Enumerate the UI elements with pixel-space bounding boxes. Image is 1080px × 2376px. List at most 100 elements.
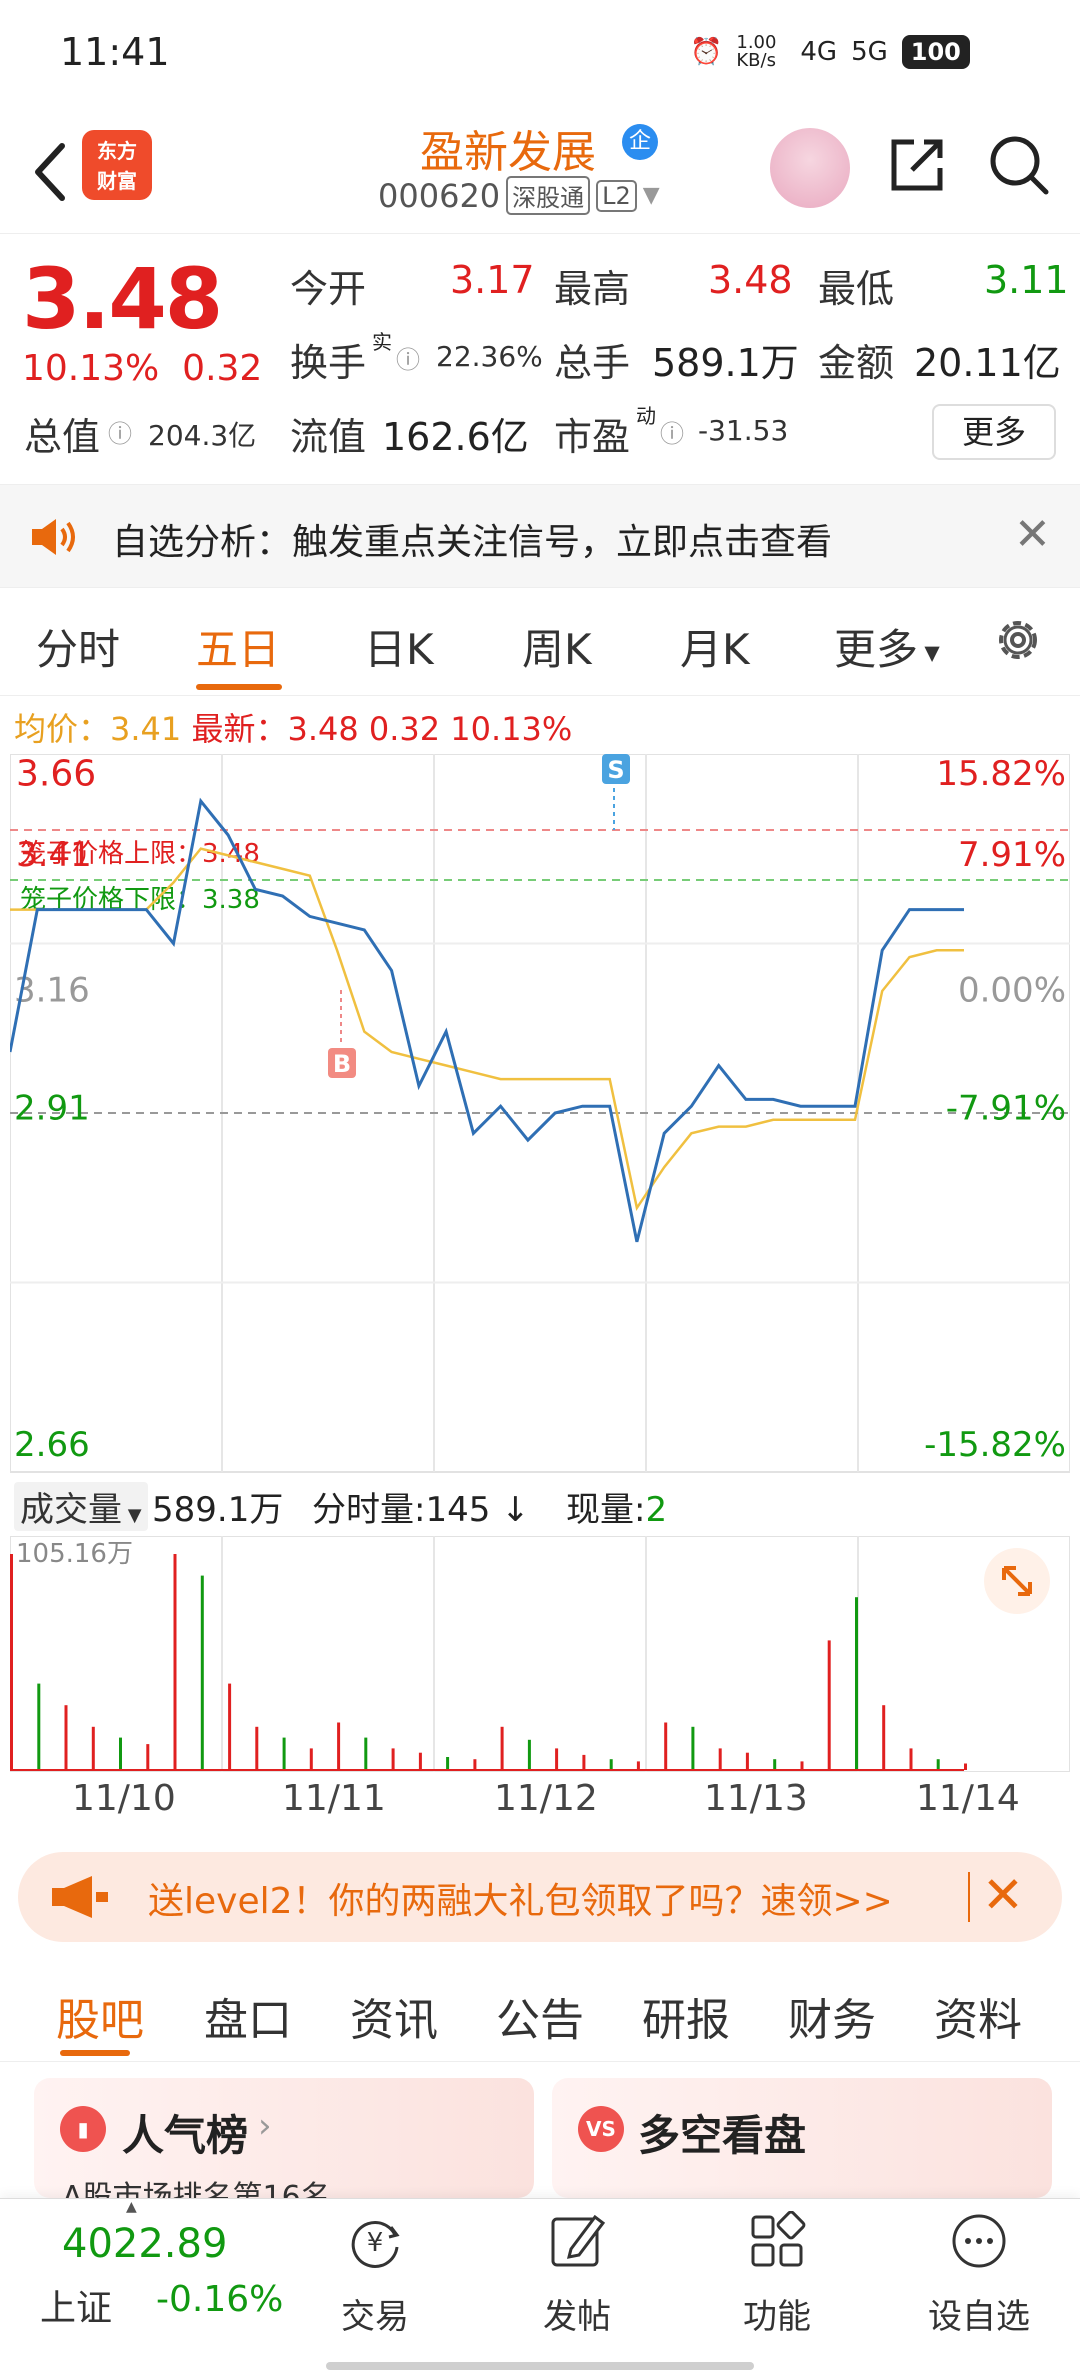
volume-bar — [582, 1754, 586, 1770]
tab-more[interactable]: 更多 ▼ — [834, 616, 940, 677]
home-indicator[interactable] — [326, 2362, 754, 2370]
stock-code-row[interactable]: 000620 深股通 L2 ▼ — [378, 176, 660, 215]
more-dots-icon — [952, 2214, 1006, 2268]
search-icon[interactable] — [986, 132, 1052, 198]
latest-pct: 10.13% — [450, 710, 573, 748]
info-icon[interactable]: ⓘ — [108, 414, 132, 449]
buy-marker-label: B — [333, 1050, 351, 1078]
dropdown-triangle-icon: ▼ — [122, 1505, 142, 1526]
battery-icon: 100 — [901, 35, 970, 69]
volume-bar — [773, 1759, 777, 1770]
low-value: 3.11 — [984, 258, 1069, 302]
volume-bar — [609, 1759, 613, 1770]
volume-bar — [745, 1752, 749, 1770]
turnover-value: 22.36% — [436, 340, 543, 373]
tab-finance[interactable]: 财务 — [788, 1984, 876, 2048]
close-icon[interactable]: ✕ — [982, 1866, 1024, 1924]
pe-value: -31.53 — [698, 414, 789, 447]
info-icon[interactable]: ⓘ — [396, 340, 420, 375]
status-time: 11:41 — [60, 30, 170, 74]
volume-header: 成交量 ▼ 589.1万 分时量:145 ↓ 现量:2 — [0, 1478, 1080, 1536]
float-value: 162.6亿 — [382, 415, 529, 459]
long-short-card[interactable]: VS 多空看盘 — [552, 2078, 1052, 2198]
svg-text:¥: ¥ — [367, 2228, 384, 2258]
close-icon[interactable]: ✕ — [1014, 509, 1051, 560]
gear-icon[interactable] — [990, 612, 1046, 668]
tab-minute[interactable]: 分时 — [36, 616, 120, 677]
tick-volume-label: 分时量: — [312, 1490, 426, 1530]
index-ticker[interactable]: ▲ 4022.89 上证 -0.16% — [20, 2199, 290, 2339]
ranking-icon: ▮ — [60, 2106, 106, 2152]
volume-bar — [364, 1737, 368, 1770]
sell-marker-label: S — [607, 756, 624, 784]
mktcap-value: 204.3亿 — [148, 419, 257, 452]
tab-news[interactable]: 资讯 — [350, 1984, 438, 2048]
assistant-avatar[interactable] — [770, 128, 850, 208]
avg-price-line: 均价：3.41 最新：3.48 0.32 10.13% — [14, 704, 572, 750]
volume-bar — [964, 1763, 967, 1770]
caret-up-icon: ▲ — [126, 2199, 137, 2215]
tab-research[interactable]: 研报 — [642, 1984, 730, 2048]
tab-guba[interactable]: 股吧 — [56, 1984, 144, 2048]
volume-bar — [282, 1737, 286, 1770]
open-value: 3.17 — [450, 258, 535, 302]
tab-week-k[interactable]: 周K — [522, 616, 592, 677]
tick-volume: 分时量:145 ↓ — [312, 1482, 530, 1531]
back-icon[interactable] — [26, 132, 76, 212]
volume-bar — [882, 1705, 886, 1770]
volume-bar — [418, 1752, 422, 1770]
float-label: 流值 — [290, 415, 367, 459]
high-label: 最高 — [554, 267, 631, 311]
alert-bar[interactable]: 自选分析：触发重点关注信号，立即点击查看 ✕ — [0, 484, 1080, 588]
volume-bar — [800, 1761, 804, 1770]
index-name: 上证 — [40, 2288, 113, 2329]
volume-bar — [718, 1748, 722, 1770]
expand-arrows — [1002, 1566, 1032, 1596]
expand-icon[interactable] — [984, 1548, 1050, 1614]
logo-line1: 东方 — [97, 139, 137, 163]
more-button[interactable]: 更多 — [932, 404, 1056, 460]
share-icon[interactable] — [884, 132, 950, 198]
nav-trade[interactable]: ¥ 交易 — [300, 2211, 450, 2338]
avg-label: 均价： — [14, 710, 111, 748]
active-section-underline — [60, 2050, 130, 2056]
current-volume: 现量:2 — [566, 1482, 667, 1531]
app-logo[interactable]: 东方 财富 — [82, 130, 152, 200]
avg-value: 3.41 — [110, 710, 182, 748]
popularity-card[interactable]: ▮ 人气榜 › A股市场排名第16名 — [34, 2078, 534, 2215]
pe-label: 市盈 — [554, 415, 631, 459]
volume-selector[interactable]: 成交量 ▼ — [14, 1482, 148, 1531]
index-value: 4022.89 — [62, 2221, 228, 2267]
five-day-chart[interactable]: 3.66 3.41 3.16 2.91 2.66 15.82% 7.91% 0.… — [10, 754, 1070, 1474]
current-price: 3.48 — [22, 250, 223, 348]
y-left-2.91: 2.91 — [14, 1089, 90, 1129]
latest-value: 3.48 — [287, 710, 359, 748]
volume-bar — [200, 1575, 204, 1770]
nav-add-watchlist[interactable]: 设自选 — [904, 2211, 1054, 2338]
period-tabs: 分时 五日 日K 周K 月K 更多 ▼ — [0, 588, 1080, 696]
tab-pankou[interactable]: 盘口 — [204, 1984, 292, 2048]
tab-month-k[interactable]: 月K — [680, 616, 750, 677]
tag-level2: L2 — [596, 179, 637, 212]
promo-banner[interactable]: 送level2！你的两融大礼包领取了吗？速领>> ✕ — [18, 1852, 1062, 1942]
volume-bar — [473, 1759, 477, 1770]
tab-day-k[interactable]: 日K — [364, 616, 434, 677]
pe-sup: 动 — [636, 404, 656, 428]
nav-functions[interactable]: 功能 — [702, 2210, 852, 2338]
section-tabs: 股吧 盘口 资讯 公告 研报 财务 资料 — [0, 1958, 1080, 2062]
status-bar: 11:41 ⏰ 1.00 KB/s 4G 5G 100 — [0, 0, 1080, 110]
info-icon[interactable]: ⓘ — [660, 414, 684, 449]
alert-text: 自选分析：触发重点关注信号，立即点击查看 — [112, 522, 833, 563]
tab-five-day[interactable]: 五日 — [196, 616, 280, 677]
tab-announcements[interactable]: 公告 — [496, 1984, 584, 2048]
nav-post[interactable]: 发帖 — [502, 2211, 652, 2338]
open-label: 今开 — [290, 267, 367, 311]
nav-functions-label: 功能 — [743, 2297, 811, 2337]
volume-chart[interactable]: 105.16万 — [10, 1536, 1070, 1772]
volume-bar — [827, 1640, 831, 1770]
current-volume-label: 现量: — [566, 1490, 646, 1530]
tab-profile[interactable]: 资料 — [934, 1984, 1022, 2048]
trade-icon: ¥ — [351, 2221, 400, 2268]
volume-bar — [664, 1722, 668, 1770]
tick-volume-value: 145 — [425, 1490, 491, 1530]
